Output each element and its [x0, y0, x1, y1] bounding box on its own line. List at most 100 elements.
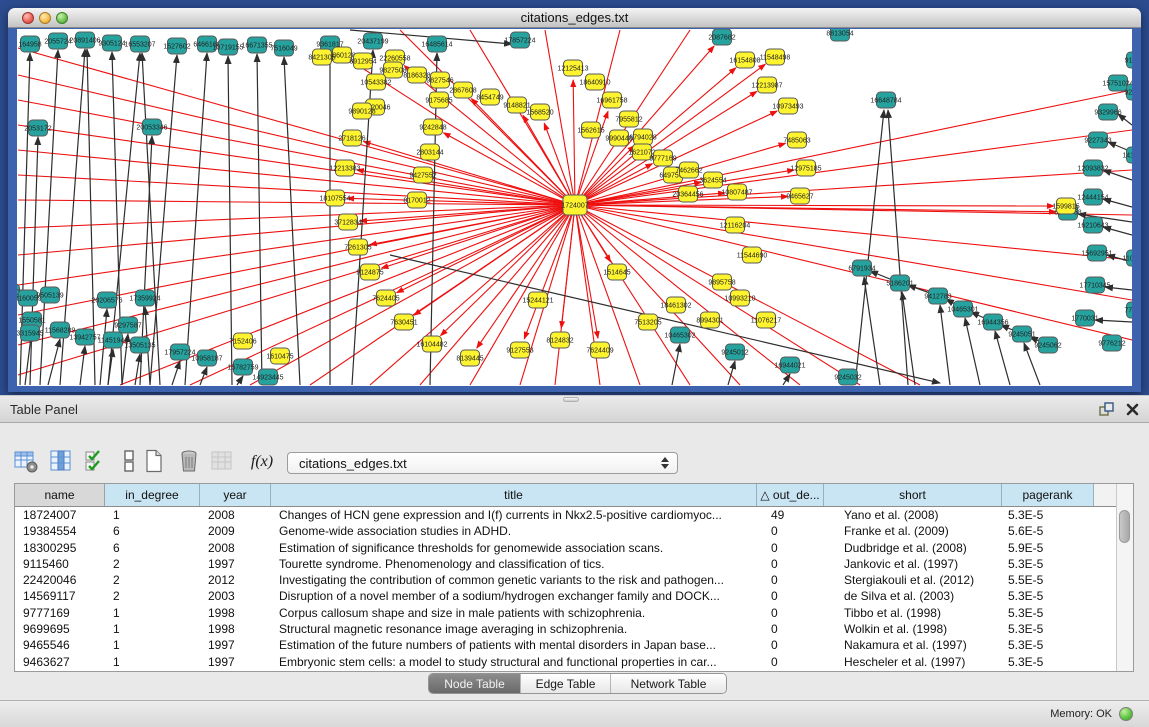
close-window-button[interactable] — [22, 12, 34, 24]
graph-edge — [575, 130, 1132, 205]
cell-out_degree: 0 — [757, 654, 824, 670]
close-panel-icon[interactable] — [1126, 403, 1139, 421]
tab-node-table[interactable]: Node Table — [429, 674, 520, 693]
scrollbar-thumb[interactable] — [1119, 510, 1130, 543]
table-panel-titlebar[interactable]: Table Panel — [0, 395, 1149, 423]
graph-node-label: 11548498 — [760, 55, 791, 62]
graph-node-label: 15692951 — [1081, 251, 1112, 258]
graph-node-label: 17857224 — [504, 38, 535, 45]
network-table-select[interactable]: citations_edges.txt — [287, 452, 678, 474]
column-header-pagerank[interactable]: pagerank — [1002, 484, 1094, 506]
new-table-button[interactable] — [140, 448, 168, 476]
panel-splitter-grip[interactable] — [563, 397, 579, 402]
cell-year: 1998 — [200, 621, 271, 637]
cell-out_degree: 0 — [757, 605, 824, 621]
graph-edge — [48, 339, 60, 385]
graph-edge — [18, 48, 575, 205]
table-row[interactable]: 977716911998Corpus callosum shape and si… — [15, 605, 1117, 621]
graph-node-label: 20437199 — [357, 39, 388, 46]
select-columns-button[interactable] — [82, 448, 110, 476]
graph-node-label: 9895758 — [708, 280, 735, 287]
graph-node-label: 16553207 — [124, 42, 155, 49]
graph-node-label: 7462662 — [675, 168, 702, 175]
column-header-title[interactable]: title — [271, 484, 757, 506]
graph-node-label: 2087682 — [708, 35, 735, 42]
column-header-in_degree[interactable]: in_degree — [105, 484, 200, 506]
cell-pagerank: 5.6E-5 — [1002, 523, 1094, 539]
graph-node-label: 11076217 — [751, 318, 782, 325]
graph-node-label: 12125413 — [557, 66, 588, 73]
row-height-button[interactable] — [115, 448, 143, 476]
zoom-window-button[interactable] — [56, 12, 68, 24]
cell-pagerank: 5.3E-5 — [1002, 588, 1094, 604]
column-header-name[interactable]: name — [15, 484, 105, 506]
graph-node-label: 9827546 — [426, 78, 453, 85]
graph-node-label: 7261305 — [344, 245, 371, 252]
table-row[interactable]: 946554611997Estimation of the future num… — [15, 637, 1117, 653]
tab-network-table[interactable]: Network Table — [610, 674, 726, 693]
cell-title: Disruption of a novel member of a sodium… — [271, 588, 757, 604]
import-table-button[interactable] — [208, 448, 236, 476]
graph-node-label: 9297587 — [114, 323, 141, 330]
cell-pagerank: 5.3E-5 — [1002, 621, 1094, 637]
graph-node-label: 912114 — [1125, 58, 1132, 65]
cell-pagerank: 5.3E-5 — [1002, 637, 1094, 653]
column-header-out_degree[interactable]: △ out_de... — [757, 484, 824, 506]
memory-ok-indicator — [1119, 707, 1133, 721]
cell-year: 1997 — [200, 637, 271, 653]
graph-node-label: 9245051 — [1008, 332, 1035, 339]
cell-short: Wolkin et al. (1998) — [824, 621, 1002, 637]
graph-node-label: 18461302 — [660, 303, 691, 310]
table-row[interactable]: 1938455462009Genome-wide association stu… — [15, 523, 1117, 539]
table-panel-title: Table Panel — [10, 396, 78, 423]
cell-out_degree: 0 — [757, 588, 824, 604]
graph-node-label: 12213987 — [751, 83, 782, 90]
column-settings-button[interactable] — [12, 448, 40, 476]
table-tabs: Node TableEdge TableNetwork Table — [428, 673, 727, 694]
graph-node-label: 22260558 — [379, 56, 410, 63]
cell-in_degree: 1 — [105, 654, 200, 670]
graph-node-label: 1106313 — [1123, 256, 1132, 263]
table-row[interactable]: 969969511998Structural magnetic resonanc… — [15, 621, 1117, 637]
table-row[interactable]: 911546021997Tourette syndrome. Phenomeno… — [15, 556, 1117, 572]
minimize-window-button[interactable] — [39, 12, 51, 24]
cell-pagerank: 5.3E-5 — [1002, 556, 1094, 572]
column-header-year[interactable]: year — [200, 484, 271, 506]
graph-node-label: 8170012 — [403, 198, 430, 205]
table-row[interactable]: 946362711997Embryonic stem cells: a mode… — [15, 654, 1117, 670]
column-header-short[interactable]: short — [824, 484, 1002, 506]
graph-node-label: 16154808 — [729, 58, 760, 65]
graph-edge — [888, 110, 908, 385]
window-titlebar[interactable]: citations_edges.txt — [8, 8, 1141, 28]
cell-name: 9777169 — [15, 605, 105, 621]
graph-node-label: 14923445 — [252, 375, 283, 382]
graph-node-label: 9245012 — [721, 350, 748, 357]
graph-node-label: 1599815 — [1052, 204, 1079, 211]
graph-edge — [18, 150, 575, 205]
graph-node-label: 927315 — [1124, 90, 1132, 97]
network-canvas[interactable]: 1649582055724208914069305124165532071527… — [17, 29, 1132, 386]
graph-node-label: 11568289 — [45, 328, 76, 335]
cell-name: 9115460 — [15, 556, 105, 572]
delete-table-button[interactable] — [175, 448, 203, 476]
table-row[interactable]: 1830029562008Estimation of significance … — [15, 540, 1117, 556]
graph-edge — [575, 205, 1132, 300]
graph-edge — [965, 318, 980, 385]
tab-edge-table[interactable]: Edge Table — [520, 674, 610, 693]
graph-node-label: 1724007 — [561, 203, 588, 210]
graph-node-label: 1610475 — [266, 354, 293, 361]
network-svg: 1649582055724208914069305124165532071527… — [17, 29, 1132, 386]
cell-in_degree: 2 — [105, 572, 200, 588]
cell-in_degree: 1 — [105, 507, 200, 523]
cell-short: Tibbo et al. (1998) — [824, 605, 1002, 621]
function-builder-button[interactable]: f(x) — [245, 448, 279, 476]
vertical-scrollbar[interactable] — [1116, 484, 1133, 671]
table-row[interactable]: 1456911722003Disruption of a novel membe… — [15, 588, 1117, 604]
float-panel-icon[interactable] — [1099, 402, 1114, 421]
graph-node-label: 2718126 — [338, 136, 365, 143]
table-row[interactable]: 1872400712008Changes of HCN gene express… — [15, 507, 1117, 523]
graph-edge — [228, 56, 232, 385]
cell-short: Stergiakouli et al. (2012) — [824, 572, 1002, 588]
show-column-button[interactable] — [47, 448, 75, 476]
table-row[interactable]: 2242004622012Investigating the contribut… — [15, 572, 1117, 588]
